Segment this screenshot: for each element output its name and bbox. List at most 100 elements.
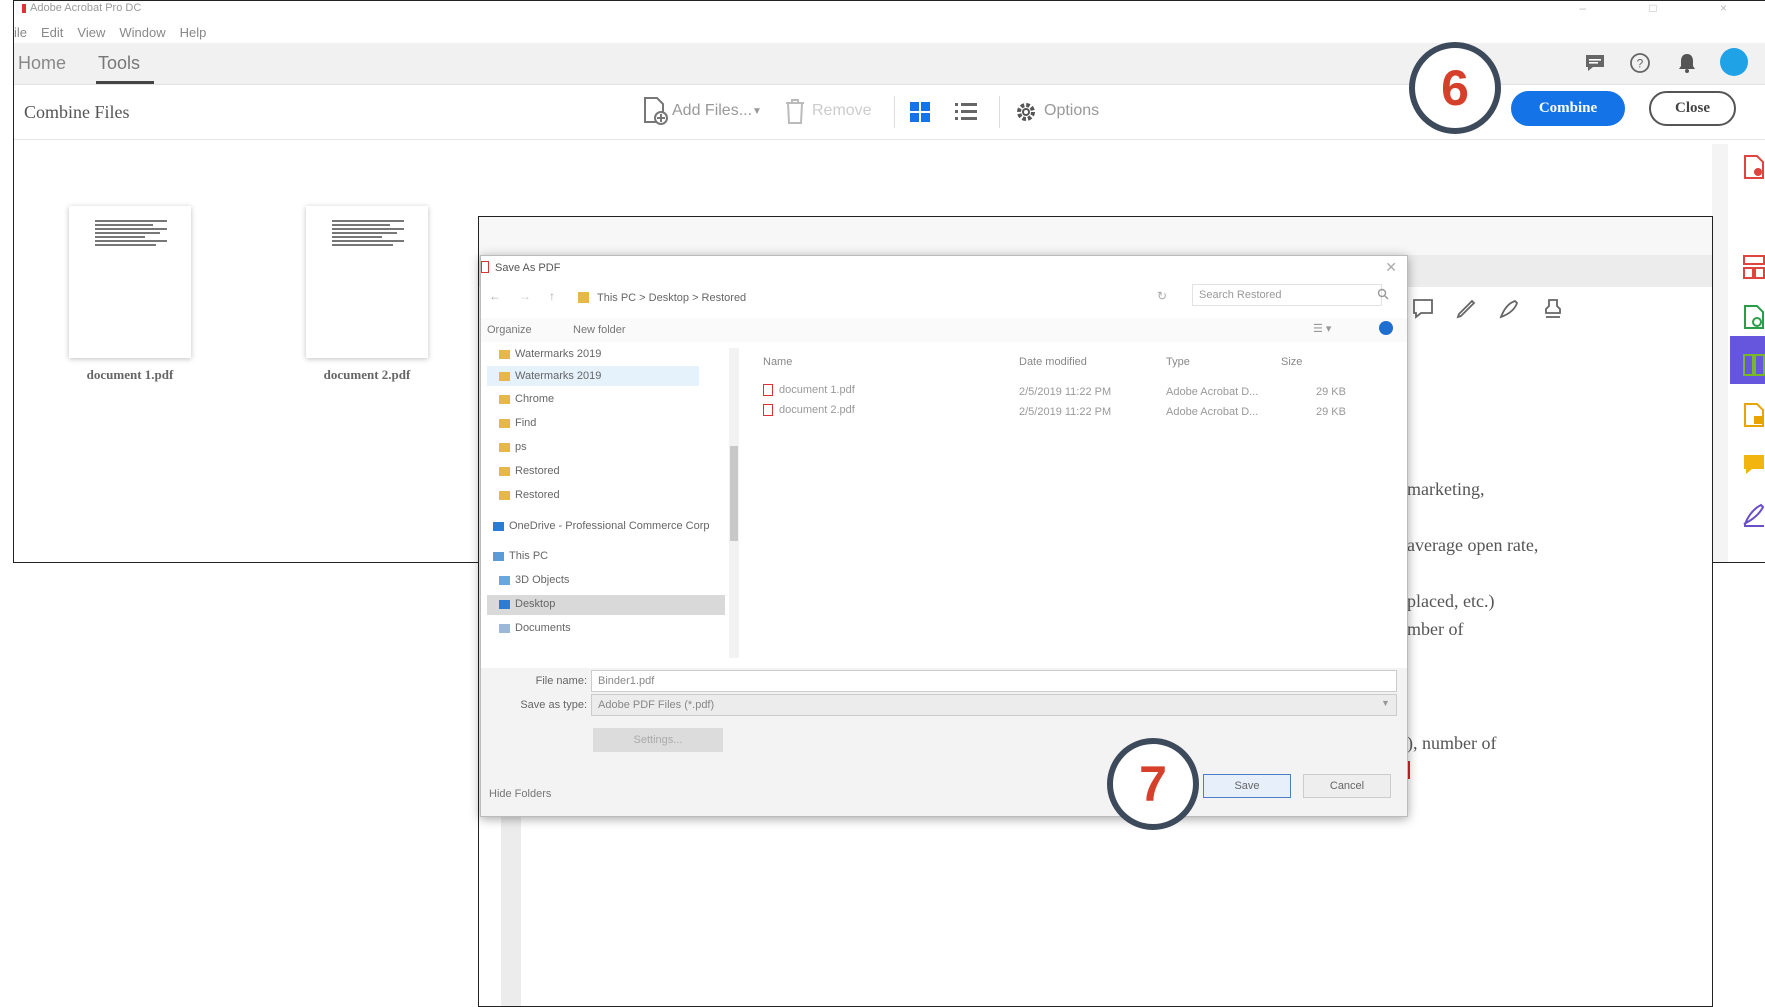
toolbar-divider xyxy=(999,96,1000,128)
trash-icon[interactable] xyxy=(784,98,806,126)
close-button[interactable]: Close xyxy=(1649,91,1736,126)
tools-right-rail xyxy=(1730,144,1765,562)
nav-item[interactable]: Restored xyxy=(499,489,560,501)
step-7-callout: 7 xyxy=(1107,738,1199,830)
document-text: ), number of xyxy=(1407,733,1497,753)
add-files-button[interactable]: Add Files... xyxy=(672,102,752,120)
avatar[interactable] xyxy=(1719,47,1749,77)
window-controls[interactable]: – □ × xyxy=(1579,1,1757,15)
settings-button[interactable]: Settings... xyxy=(593,728,723,752)
forward-arrow-icon[interactable]: → xyxy=(519,289,531,303)
folder-icon xyxy=(499,490,510,500)
new-folder-button[interactable]: New folder xyxy=(573,324,626,336)
file-row[interactable]: document 1.pdf xyxy=(763,384,855,397)
list-view-icon[interactable] xyxy=(954,101,978,123)
save-button[interactable]: Save xyxy=(1203,774,1291,798)
organize-button[interactable]: Organize xyxy=(487,324,532,336)
address-bar[interactable]: This PC > Desktop > Restored xyxy=(597,292,746,304)
filename-label: File name: xyxy=(535,675,587,687)
file-type: Adobe Acrobat D... xyxy=(1166,406,1259,418)
back-arrow-icon[interactable]: ← xyxy=(489,289,501,303)
cloud-icon xyxy=(493,521,504,531)
document-text: average open rate, xyxy=(1407,535,1539,555)
gear-icon[interactable] xyxy=(1014,100,1038,124)
bell-icon[interactable] xyxy=(1676,52,1698,74)
combine-files-icon[interactable] xyxy=(1742,204,1765,230)
dialog-title: Save As PDF xyxy=(495,262,561,274)
sign-icon[interactable] xyxy=(1497,297,1521,321)
add-files-icon[interactable] xyxy=(642,96,668,126)
command-bar: Organize New folder ☰ ▾ xyxy=(481,318,1407,342)
nav-item[interactable]: Find xyxy=(499,417,536,429)
tab-home[interactable]: Home xyxy=(18,53,66,74)
grid-view-icon[interactable] xyxy=(909,101,931,123)
help-icon[interactable]: ? xyxy=(1629,52,1651,74)
menu-edit[interactable]: Edit xyxy=(41,25,63,40)
search-icon[interactable] xyxy=(1377,288,1389,300)
up-arrow-icon[interactable]: ↑ xyxy=(549,289,555,303)
menu-view[interactable]: View xyxy=(77,25,105,40)
nav-item-onedrive[interactable]: OneDrive - Professional Commerce Corp xyxy=(493,520,710,532)
nav-item[interactable]: Restored xyxy=(499,465,560,477)
options-button[interactable]: Options xyxy=(1044,102,1099,120)
combine-button[interactable]: Combine xyxy=(1511,91,1625,126)
comment-tool-icon[interactable] xyxy=(1742,452,1765,478)
nav-item[interactable]: Chrome xyxy=(499,393,554,405)
file-type: Adobe Acrobat D... xyxy=(1166,386,1259,398)
menu-window[interactable]: Window xyxy=(119,25,165,40)
comment-icon[interactable] xyxy=(1411,297,1435,321)
cancel-button[interactable]: Cancel xyxy=(1303,774,1391,798)
column-name[interactable]: Name xyxy=(763,356,792,368)
add-files-dropdown-icon[interactable]: ▼ xyxy=(752,106,762,117)
toolbar-divider xyxy=(894,96,895,128)
menu-help[interactable]: Help xyxy=(180,25,207,40)
nav-item[interactable]: Watermarks 2019 xyxy=(499,348,601,360)
comment-icon[interactable] xyxy=(1584,52,1606,74)
hide-folders-toggle[interactable]: Hide Folders xyxy=(489,788,551,800)
stamp-icon[interactable] xyxy=(1541,297,1565,321)
documents-icon xyxy=(499,623,510,633)
column-date[interactable]: Date modified xyxy=(1019,356,1087,368)
combine-toolbar: Combine Files Add Files... ▼ Remove Opti… xyxy=(14,86,1765,140)
menu-file[interactable]: ile xyxy=(14,25,27,40)
nav-item[interactable]: Documents xyxy=(499,622,571,634)
tab-tools[interactable]: Tools xyxy=(98,53,140,74)
scrollbar[interactable] xyxy=(1712,144,1728,562)
nav-item[interactable]: Desktop xyxy=(499,598,555,610)
file-name: document 1.pdf xyxy=(86,367,174,382)
compare-files-icon[interactable] xyxy=(1742,352,1765,378)
pen-icon[interactable] xyxy=(1454,297,1478,321)
remove-button[interactable]: Remove xyxy=(812,102,872,120)
request-signature-icon[interactable] xyxy=(1742,502,1765,528)
folder-icon xyxy=(499,418,510,428)
desktop-icon xyxy=(499,599,510,609)
file-thumbnail[interactable] xyxy=(69,206,191,358)
filename-input[interactable]: Binder1.pdf xyxy=(591,670,1397,692)
nav-item[interactable]: ps xyxy=(499,441,527,453)
pdf-icon xyxy=(763,384,773,397)
acrobat-logo-icon xyxy=(22,3,26,13)
nav-bar: Home Tools xyxy=(14,43,1765,85)
chevron-down-icon[interactable]: ▼ xyxy=(1381,698,1390,708)
step-6-callout: 6 xyxy=(1409,42,1501,134)
column-type[interactable]: Type xyxy=(1166,356,1190,368)
file-thumbnail[interactable] xyxy=(306,206,428,358)
search-input[interactable]: Search Restored xyxy=(1192,284,1382,306)
view-options-icon[interactable]: ☰ ▾ xyxy=(1313,322,1331,335)
savetype-select[interactable]: Adobe PDF Files (*.pdf) xyxy=(591,694,1397,716)
nav-item[interactable]: 3D Objects xyxy=(499,574,569,586)
file-row[interactable]: document 2.pdf xyxy=(763,404,855,417)
active-tab-indicator xyxy=(96,81,154,84)
export-pdf-icon[interactable] xyxy=(1742,154,1765,180)
nav-scrollbar-thumb[interactable] xyxy=(730,446,738,541)
help-icon[interactable] xyxy=(1379,321,1393,335)
fill-sign-icon[interactable] xyxy=(1742,402,1765,428)
organize-pages-icon[interactable] xyxy=(1742,254,1765,280)
refresh-icon[interactable]: ↻ xyxy=(1157,289,1167,303)
column-size[interactable]: Size xyxy=(1281,356,1302,368)
nav-item[interactable]: Watermarks 2019 xyxy=(499,370,601,382)
edit-pdf-icon[interactable] xyxy=(1742,304,1765,330)
nav-item-this-pc[interactable]: This PC xyxy=(493,550,548,562)
title-bar: Adobe Acrobat Pro DC xyxy=(14,1,1765,19)
close-icon[interactable]: ✕ xyxy=(1385,259,1397,276)
